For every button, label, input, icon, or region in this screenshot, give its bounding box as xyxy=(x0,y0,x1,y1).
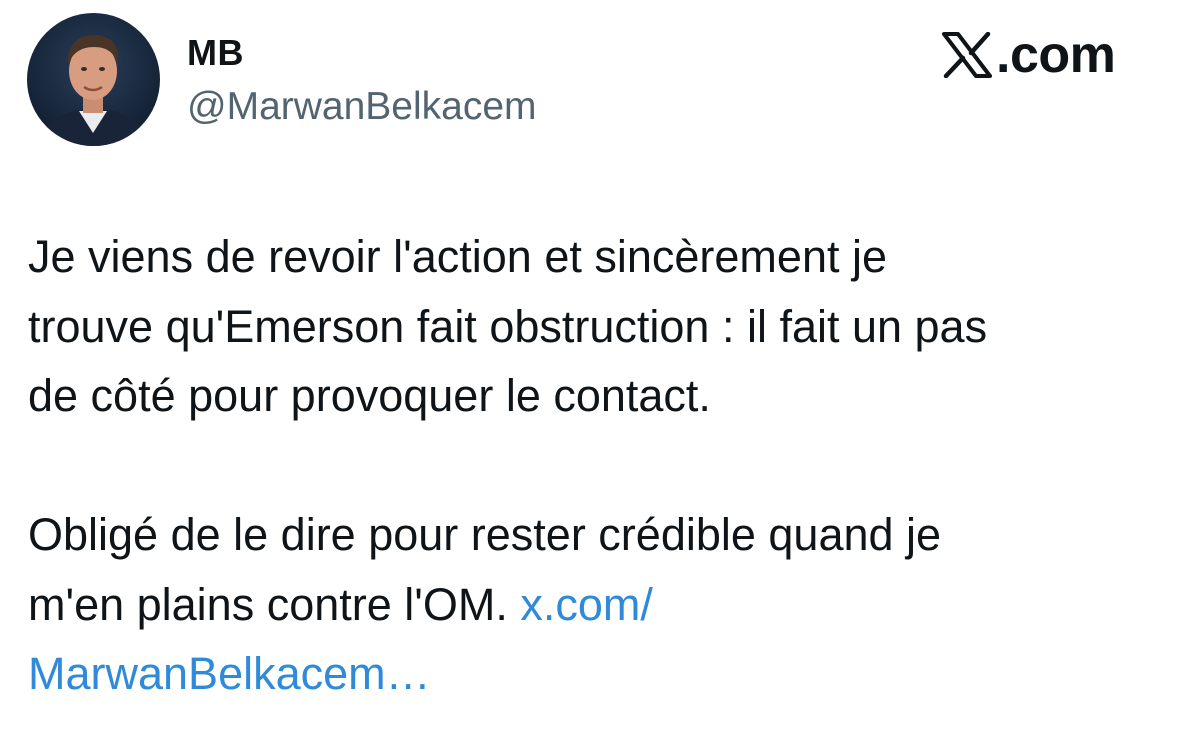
brand-logo: .com xyxy=(942,26,1116,84)
tweet-line: MarwanBelkacem… xyxy=(28,639,1158,709)
tweet-line: Je viens de revoir l'action et sincèreme… xyxy=(28,231,887,282)
tweet-line: m'en plains contre l'OM. x.com/ xyxy=(28,570,1158,640)
tweet-text: Je viens de revoir l'action et sincèreme… xyxy=(28,222,1158,709)
tweet-line: Obligé de le dire pour rester crédible q… xyxy=(28,509,942,560)
user-handle[interactable]: @MarwanBelkacem xyxy=(187,84,537,130)
tweet-link-part2[interactable]: MarwanBelkacem… xyxy=(28,648,431,699)
tweet-link-part1[interactable]: x.com/ xyxy=(520,579,653,630)
tweet-line: trouve qu'Emerson fait obstruction : il … xyxy=(28,300,988,352)
tweet-line: de côté pour provoquer le contact. xyxy=(28,370,711,421)
brand-domain-text: .com xyxy=(996,26,1116,84)
x-logo-icon xyxy=(942,32,992,78)
tweet-line-text: m'en plains contre l'OM. xyxy=(28,578,508,630)
profile-photo-icon xyxy=(27,13,160,146)
avatar[interactable] xyxy=(27,13,160,146)
display-name[interactable]: MB xyxy=(187,33,244,73)
